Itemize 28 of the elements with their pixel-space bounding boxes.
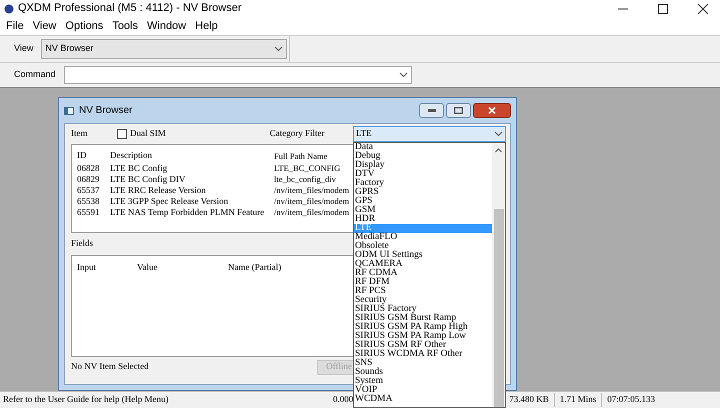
fields-label: Fields (71, 237, 94, 250)
table-cell-text: 65591 (77, 206, 100, 219)
table-cell: /nv/item_files/modem (274, 195, 350, 208)
table-cell-text: 65537 (77, 184, 100, 197)
category-filter-label: Category Filter (270, 127, 324, 140)
table-cell-text: 06829 (77, 172, 100, 186)
status-text: No NV Item Selected (71, 360, 149, 374)
table-cell-text: LTE BC Config DIV (110, 173, 186, 186)
status-message: Refer to the User Guide for help (Help Menu) (2, 393, 170, 406)
dual-sim-label: Dual SIM (130, 127, 166, 140)
table-cell-text: LTE RRC Release Version (110, 184, 207, 197)
command-label: Command (14, 68, 56, 82)
view-label: View (14, 42, 34, 56)
table-cell: LTE_BC_CONFIG (274, 162, 340, 175)
table-cell-text: LTE NAS Temp Forbidden PLMN Feature (110, 206, 266, 219)
item-label: Item (71, 127, 88, 140)
table-cell: /nv/item_files/modem (274, 206, 350, 219)
status-value: 0.000 (333, 393, 354, 406)
clock-readout: 07:07:05.133 (601, 393, 660, 407)
table-cell-text: LTE BC Config (110, 162, 168, 175)
table-cell-text: LTE 3GPP Spec Release Version (110, 194, 230, 208)
table-cell-text: 06828 (77, 162, 100, 175)
table-cell: /nv/item_files/modem (274, 184, 350, 197)
dialog-title: NV Browser (79, 104, 132, 118)
table-cell: lte_bc_config_div (274, 173, 336, 186)
elapsed-readout: 1.71 Mins (554, 393, 602, 407)
window-title: QXDM Professional (M5 : 4112) - NV Browser (18, 3, 242, 14)
table-cell-text: 65538 (77, 194, 100, 208)
